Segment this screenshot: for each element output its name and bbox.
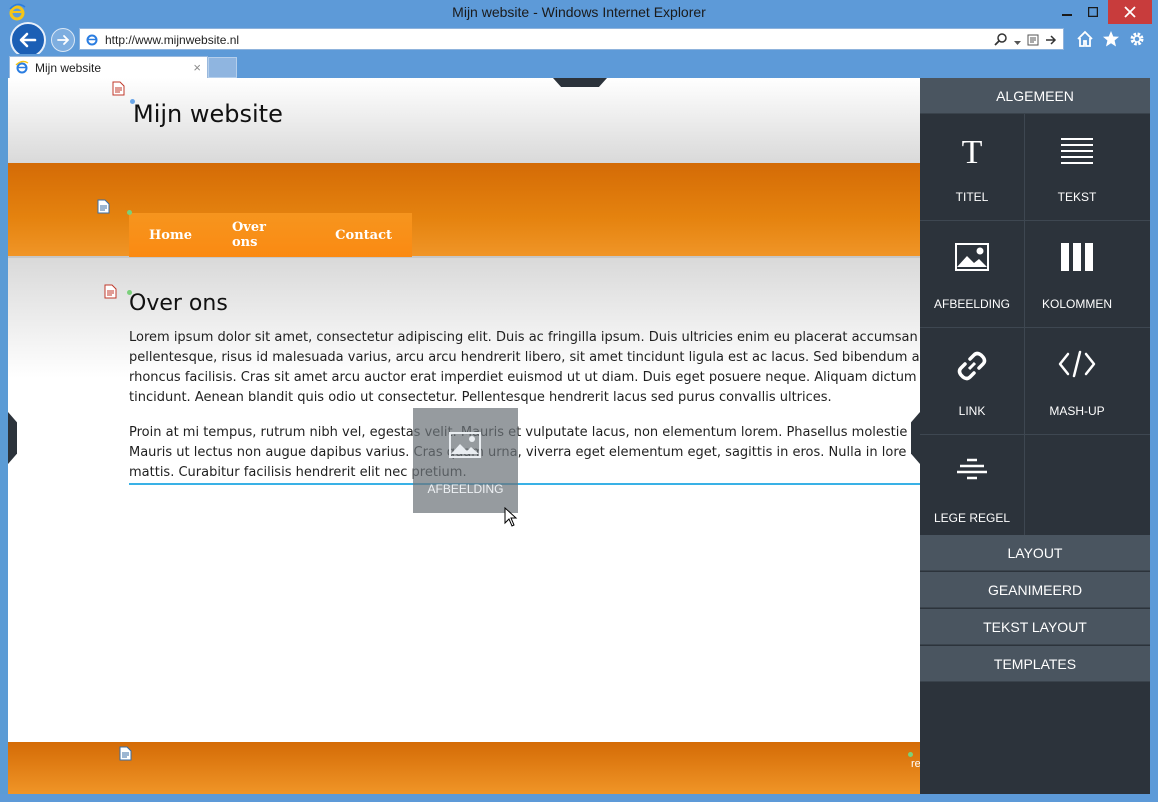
text-icon [1025, 136, 1129, 164]
text-line: Proin at mi tempus, rutrum nibh vel, ege… [129, 425, 908, 440]
website-canvas: Mijn website Home Over ons Contact Over … [8, 78, 920, 794]
left-panel-toggle[interactable] [8, 412, 17, 464]
navigation-band: Home Over ons Contact [8, 163, 920, 258]
compatibility-view-icon[interactable] [1027, 33, 1039, 51]
new-tab-button[interactable] [208, 57, 237, 78]
menu-item-contact[interactable]: Contact [335, 228, 392, 243]
page-element-icon[interactable] [112, 81, 125, 101]
window-title: Mijn website - Windows Internet Explorer [452, 4, 706, 20]
text-line: pellentesque, risus id malesuada varius,… [129, 350, 920, 365]
text-line: Mauris ut lectus non augue dapibus variu… [129, 445, 907, 460]
image-icon [920, 243, 1024, 271]
element-mash-up[interactable]: MASH-UP [1025, 328, 1129, 434]
tab-bar: Mijn website × [0, 54, 1158, 78]
link-icon [920, 350, 1024, 382]
element-tekst[interactable]: TEKST [1025, 114, 1129, 220]
image-icon [449, 432, 481, 463]
resize-handle[interactable] [908, 752, 913, 757]
content-element-icon[interactable] [104, 284, 117, 304]
mouse-cursor-icon [504, 506, 518, 532]
paragraph-2[interactable]: Proin at mi tempus, rutrum nibh vel, ege… [129, 423, 920, 483]
element-label: LEGE REGEL [933, 511, 1011, 525]
back-button[interactable] [10, 22, 46, 58]
close-window-button[interactable] [1108, 0, 1152, 24]
address-bar[interactable]: http://www.mijnwebsite.nl [79, 28, 1064, 50]
svg-text:T: T [962, 136, 983, 166]
ie-page-icon [15, 60, 29, 79]
site-title[interactable]: Mijn website [133, 100, 283, 128]
resize-handle[interactable] [127, 210, 132, 215]
dragged-image-element[interactable]: AFBEELDING [413, 408, 518, 513]
element-label: MASH-UP [1049, 404, 1105, 418]
text-line: tincidunt. Aenean blandit quis odio ut c… [129, 390, 832, 405]
window-border [0, 794, 1158, 802]
element-label: TITEL [955, 190, 989, 204]
title-bar: Mijn website - Windows Internet Explorer [0, 0, 1158, 24]
go-arrow-icon[interactable] [1045, 33, 1057, 51]
site-menu: Home Over ons Contact [129, 213, 412, 257]
text-line: Lorem ipsum dolor sit amet, consectetur … [129, 330, 918, 345]
section-templates[interactable]: TEMPLATES [920, 646, 1150, 682]
text-line: rhoncus facilisis. Cras sit amet arcu au… [129, 370, 917, 385]
footer-text: re [911, 758, 920, 770]
menu-element-icon[interactable] [97, 199, 110, 219]
menu-item-over-ons[interactable]: Over ons [232, 220, 295, 250]
element-label: TEKST [1057, 190, 1097, 204]
section-geanimeerd[interactable]: GEANIMEERD [920, 572, 1150, 608]
home-icon[interactable] [1075, 29, 1095, 49]
site-footer: re [8, 742, 920, 794]
columns-icon [1025, 243, 1129, 271]
section-heading[interactable]: Over ons [129, 291, 228, 316]
dragged-element-label: AFBEELDING [427, 482, 504, 496]
code-icon [1025, 350, 1129, 378]
element-label: KOLOMMEN [1041, 297, 1112, 311]
favorites-star-icon[interactable] [1101, 29, 1121, 49]
element-link[interactable]: LINK [920, 328, 1024, 434]
menu-item-home[interactable]: Home [149, 228, 192, 243]
tab-title: Mijn website [35, 61, 102, 75]
text-line: mattis. Curabitur facilisis hendrerit el… [129, 465, 467, 480]
element-kolommen[interactable]: KOLOMMEN [1025, 221, 1129, 327]
search-icon[interactable] [994, 32, 1008, 51]
window-border [1150, 78, 1158, 794]
maximize-button[interactable] [1080, 0, 1106, 24]
ie-page-icon [85, 32, 99, 51]
section-layout[interactable]: LAYOUT [920, 535, 1150, 571]
minimize-button[interactable] [1054, 0, 1080, 24]
footer-element-icon[interactable] [119, 746, 132, 766]
element-panel: ALGEMEEN T TITEL TEKST AFBEELDING KOLOMM… [920, 78, 1150, 794]
tab-mijn-website[interactable]: Mijn website × [9, 56, 208, 78]
forward-button[interactable] [51, 28, 75, 52]
section-tekst-layout[interactable]: TEKST LAYOUT [920, 609, 1150, 645]
top-panel-toggle[interactable] [553, 78, 607, 87]
site-header: Mijn website [8, 78, 920, 163]
empty-line-icon [920, 457, 1024, 481]
title-icon: T [920, 136, 1024, 166]
element-label: AFBEELDING [933, 297, 1011, 311]
chevron-down-icon[interactable] [1014, 33, 1021, 51]
drop-indicator [129, 483, 920, 485]
url-text: http://www.mijnwebsite.nl [105, 33, 240, 47]
element-titel[interactable]: T TITEL [920, 114, 1024, 220]
resize-handle[interactable] [130, 99, 135, 104]
element-label: LINK [958, 404, 986, 418]
tab-close-icon[interactable]: × [193, 60, 201, 75]
gear-icon[interactable] [1127, 29, 1147, 49]
paragraph-1[interactable]: Lorem ipsum dolor sit amet, consectetur … [129, 328, 920, 408]
section-algemeen[interactable]: ALGEMEEN [920, 78, 1150, 114]
element-afbeelding[interactable]: AFBEELDING [920, 221, 1024, 327]
element-lege-regel[interactable]: LEGE REGEL [920, 435, 1024, 541]
